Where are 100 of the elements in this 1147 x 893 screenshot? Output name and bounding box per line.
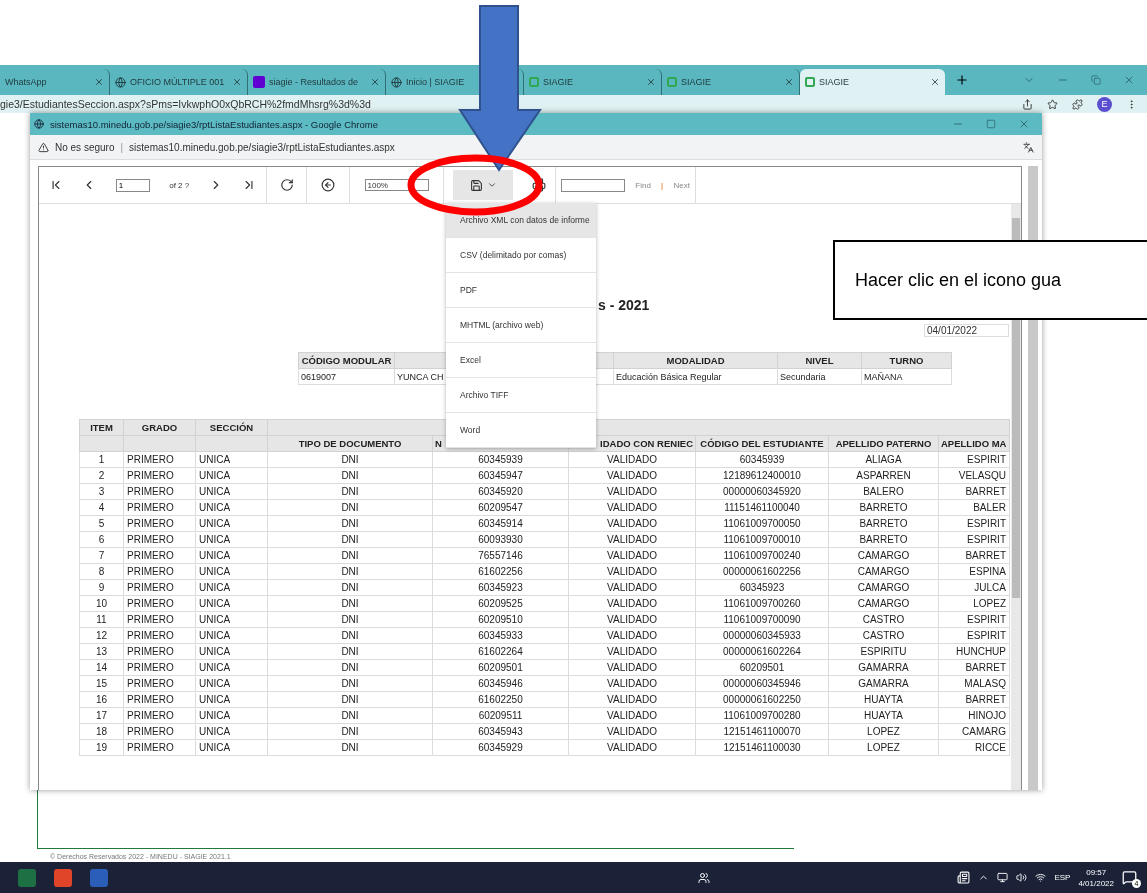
table-cell: 1 — [79, 451, 124, 468]
page-input[interactable]: 1 — [115, 178, 150, 192]
close-icon[interactable] — [930, 77, 940, 87]
table-cell: DNI — [267, 467, 433, 484]
table-cell: PRIMERO — [123, 483, 196, 500]
table-cell: 60209501 — [432, 659, 569, 676]
globe-icon — [115, 76, 126, 88]
browser-tab[interactable]: SIAGIE — [800, 69, 945, 95]
table-cell: CAMARGO — [828, 579, 939, 596]
document-app-icon[interactable] — [90, 868, 108, 887]
table-cell: VALIDADO — [568, 531, 696, 548]
table-cell: 11 — [79, 611, 124, 628]
volume-icon[interactable] — [1016, 872, 1028, 883]
close-icon[interactable] — [232, 77, 242, 87]
news-icon[interactable] — [957, 871, 971, 884]
people-icon[interactable] — [698, 871, 710, 884]
table-cell: 60209525 — [432, 595, 569, 612]
pdf-app-icon[interactable] — [54, 868, 72, 887]
table-cell: VALIDADO — [568, 595, 696, 612]
next-link[interactable]: Next — [673, 180, 690, 190]
menu-item[interactable]: Archivo XML con datos de informe — [446, 203, 596, 238]
table-cell: VALIDADO — [568, 515, 696, 532]
table-cell: LOPEZ — [938, 595, 1010, 612]
network-icon[interactable] — [1035, 872, 1047, 883]
table-cell: ESPIRIT — [938, 611, 1010, 628]
table-cell: HUAYTA — [828, 707, 939, 724]
find-field[interactable] — [561, 178, 626, 192]
profile-avatar[interactable]: E — [1097, 96, 1112, 112]
table-cell: 11061009700050 — [695, 515, 829, 532]
table-cell: ESPINA — [938, 563, 1010, 580]
table-cell: 11061009700010 — [695, 531, 829, 548]
table-cell: UNICA — [195, 611, 268, 628]
zoom-select[interactable]: 100% — [364, 179, 429, 191]
table-cell: 60345923 — [432, 579, 569, 596]
export-button[interactable] — [453, 170, 514, 200]
table-cell: ESPIRIT — [938, 451, 1010, 468]
table-cell: 60209547 — [432, 499, 569, 516]
spreadsheet-app-icon[interactable] — [18, 868, 36, 887]
table-cell: 60093930 — [432, 531, 569, 548]
address-bar[interactable]: gie3/EstudiantesSeccion.aspx?sPms=IvkwphO0xQbRCH%2fmdMhsrg%3d%3d — [0, 98, 1022, 110]
find-link[interactable]: Find — [635, 180, 651, 190]
close-icon[interactable] — [784, 77, 794, 87]
menu-item[interactable]: MHTML (archivo web) — [446, 308, 596, 343]
table-cell: JULCA — [938, 579, 1010, 596]
refresh-button[interactable] — [279, 178, 294, 192]
menu-item[interactable]: Excel — [446, 343, 596, 378]
table-cell: 18 — [79, 723, 124, 740]
table-cell: VALIDADO — [568, 451, 696, 468]
table-cell: 60345947 — [432, 467, 569, 484]
device-icon[interactable] — [997, 872, 1009, 883]
table-cell: CASTRO — [828, 627, 939, 644]
table-cell: ESPIRIT — [938, 531, 1010, 548]
table-cell: PRIMERO — [123, 595, 196, 612]
menu-item[interactable]: CSV (delimitado por comas) — [446, 238, 596, 273]
table-cell: 11061009700090 — [695, 611, 829, 628]
menu-item[interactable]: Archivo TIFF — [446, 378, 596, 413]
clock[interactable]: 09:57 4/01/2022 — [1078, 866, 1114, 889]
new-tab-icon[interactable] — [955, 73, 969, 87]
table-cell: DNI — [267, 483, 433, 500]
separator-text: | — [120, 141, 124, 153]
back-button[interactable] — [321, 178, 335, 192]
menu-item[interactable]: PDF — [446, 273, 596, 308]
table-cell: 00000060345933 — [695, 627, 829, 644]
table-cell: PRIMERO — [123, 531, 196, 548]
table-cell: VALIDADO — [568, 547, 696, 564]
table-cell: DNI — [267, 579, 433, 596]
translate-icon[interactable] — [1023, 141, 1034, 153]
table-cell: CAMARG — [938, 723, 1010, 740]
close-icon[interactable] — [646, 77, 656, 87]
star-icon[interactable] — [1047, 98, 1058, 110]
print-button[interactable] — [531, 178, 546, 192]
share-icon[interactable] — [1022, 98, 1033, 110]
report-date: 04/01/2022 — [924, 324, 1009, 337]
column-header: NIVEL — [777, 352, 862, 369]
window-title: sistemas10.minedu.gob.pe/siagie3/rptListaEstudiantes.aspx - Google Chrome — [50, 118, 379, 130]
print-icon — [531, 178, 546, 192]
table-cell: 60345933 — [432, 627, 569, 644]
table-cell: 12151461100070 — [695, 723, 829, 740]
table-cell: PRIMERO — [123, 739, 196, 756]
table-cell: VALIDADO — [568, 675, 696, 692]
table-cell: 0619007 — [298, 368, 395, 385]
table-cell: PRIMERO — [123, 579, 196, 596]
table-cell: 4 — [79, 499, 124, 516]
table-cell: PRIMERO — [123, 547, 196, 564]
table-cell: 12 — [79, 627, 124, 644]
menu-item[interactable]: Word — [446, 413, 596, 448]
table-cell: 00000061602250 — [695, 691, 829, 708]
table-cell: UNICA — [195, 531, 268, 548]
table-cell: 9 — [79, 579, 124, 596]
extensions-icon[interactable] — [1072, 98, 1083, 110]
close-icon[interactable] — [94, 77, 104, 87]
address-bar[interactable]: sistemas10.minedu.gob.pe/siagie3/rptListaEstudiantes.aspx — [129, 141, 1017, 153]
table-cell: 7 — [79, 547, 124, 564]
notifications-icon[interactable] — [1122, 870, 1137, 885]
close-icon[interactable] — [370, 77, 380, 87]
page-count: of 2 ? — [169, 180, 190, 190]
table-cell: 15 — [79, 675, 124, 692]
language-indicator[interactable]: ESP — [1054, 873, 1071, 882]
table-cell: PRIMERO — [123, 723, 196, 740]
site-icon — [253, 76, 265, 88]
